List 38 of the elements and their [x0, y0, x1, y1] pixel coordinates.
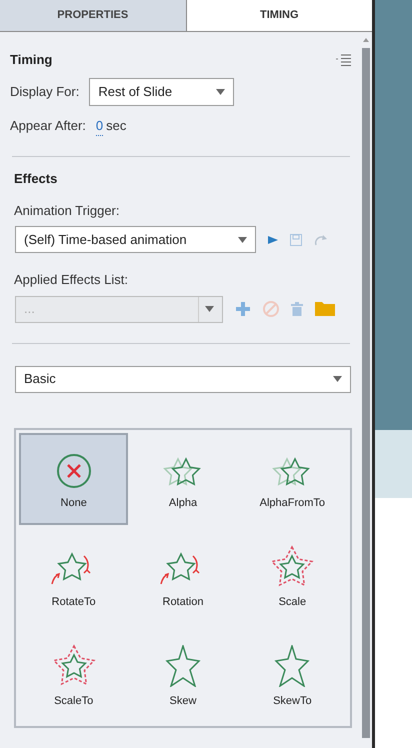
category-dropdown[interactable]: Basic [15, 366, 351, 392]
folder-icon[interactable] [315, 302, 335, 316]
effect-tile[interactable]: Rotation [128, 532, 238, 624]
play-icon[interactable] [268, 234, 278, 244]
skewed-star-icon [274, 645, 310, 688]
section-title: Timing [10, 51, 52, 69]
save-icon[interactable] [290, 234, 302, 246]
effect-tile[interactable]: Alpha [128, 432, 238, 524]
caret-icon [238, 236, 247, 242]
effect-tile[interactable]: Scale [238, 532, 347, 624]
prohibited-icon[interactable] [263, 301, 279, 317]
trash-icon[interactable] [291, 302, 303, 316]
field-label: Display For: [10, 82, 80, 101]
effect-tile[interactable]: ScaleTo [19, 630, 128, 722]
unit-label: sec [106, 116, 126, 134]
effect-tile[interactable]: Skew [128, 630, 238, 722]
cancel-icon [56, 453, 92, 490]
effect-tile[interactable]: SkewTo [238, 630, 347, 722]
caret-icon [216, 88, 226, 94]
caret-icon [333, 376, 342, 382]
caret-icon [205, 306, 214, 312]
skewed-star-icon [164, 645, 201, 688]
appear-after-field[interactable]: 0 [96, 116, 104, 136]
effect-tile[interactable]: RotateTo [19, 532, 128, 624]
redo-icon[interactable] [314, 234, 328, 246]
tab[interactable]: TIMING [186, 0, 372, 31]
scroll-up-icon[interactable] [363, 38, 369, 42]
tab[interactable]: PROPERTIES [0, 0, 186, 31]
field-label: Applied Effects List: [14, 271, 129, 289]
field-label: Animation Trigger: [14, 202, 120, 220]
trigger-dropdown[interactable]: (Self) Time-based animation [15, 226, 256, 253]
section-title: Effects [14, 170, 58, 188]
display-for-dropdown[interactable]: Rest of Slide [89, 78, 234, 106]
plus-icon[interactable] [235, 301, 251, 317]
menu-icon[interactable] [336, 54, 352, 66]
effect-tile[interactable]: AlphaFromTo [238, 432, 347, 524]
field-label: Appear After: [10, 117, 86, 135]
effect-tile[interactable]: None [19, 432, 128, 524]
